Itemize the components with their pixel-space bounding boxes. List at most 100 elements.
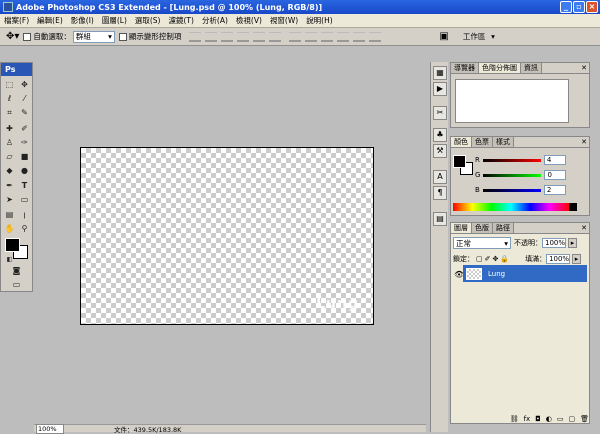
eraser-tool-icon[interactable]: ▱	[3, 151, 16, 163]
brush-tool-icon[interactable]: ✐	[18, 123, 31, 135]
distribute-hcenter-icon[interactable]	[353, 31, 366, 42]
tab-paths[interactable]: 路徑	[493, 223, 514, 233]
panel-menu-icon[interactable]: ✕	[581, 64, 587, 72]
blend-mode-dropdown[interactable]: 正常 ▾	[453, 237, 511, 249]
distribute-top-icon[interactable]	[289, 31, 302, 42]
lasso-tool-icon[interactable]: ℓ	[3, 93, 16, 105]
clone-source-dock-icon[interactable]: ⚒	[433, 144, 447, 158]
pen-tool-icon[interactable]: ✒	[3, 180, 16, 192]
distribute-left-icon[interactable]	[337, 31, 350, 42]
magic-wand-tool-icon[interactable]: ⁄	[18, 93, 31, 105]
layer-mask-icon[interactable]: ◘	[535, 415, 541, 423]
distribute-bottom-icon[interactable]	[321, 31, 334, 42]
tool-presets-dock-icon[interactable]: ✂	[433, 106, 447, 120]
align-left-icon[interactable]	[237, 31, 250, 42]
gradient-tool-icon[interactable]: ■	[18, 151, 31, 163]
tab-layers[interactable]: 圖層	[451, 223, 472, 233]
menu-filter[interactable]: 濾鏡(T)	[165, 15, 198, 26]
align-top-icon[interactable]	[189, 31, 202, 42]
brushes-dock-icon[interactable]: ♣	[433, 128, 447, 142]
blue-value[interactable]: 2	[543, 185, 566, 195]
delete-layer-icon[interactable]: 🗑	[580, 415, 589, 423]
move-tool-icon[interactable]: ✥	[18, 79, 31, 91]
minimize-button[interactable]: _	[560, 1, 572, 13]
spectrum-black-swatch[interactable]	[569, 203, 577, 211]
tab-color[interactable]: 顏色	[451, 137, 472, 147]
marquee-tool-icon[interactable]: ⬚	[3, 79, 16, 91]
actions-dock-icon[interactable]: ▶	[433, 82, 447, 96]
new-group-icon[interactable]: ▭	[557, 415, 564, 423]
screen-mode-icon[interactable]: ▭	[10, 279, 23, 291]
layer-comps-dock-icon[interactable]: ▤	[433, 212, 447, 226]
red-value[interactable]: 4	[543, 155, 566, 165]
clone-stamp-tool-icon[interactable]: ♙	[3, 137, 16, 149]
fill-field[interactable]: 100%	[546, 254, 571, 264]
link-layers-icon[interactable]: ⛓	[510, 415, 519, 423]
eyedropper-tool-icon[interactable]: ꞁ	[18, 209, 31, 221]
distribute-vcenter-icon[interactable]	[305, 31, 318, 42]
red-slider[interactable]	[482, 158, 541, 162]
character-dock-icon[interactable]: A	[433, 170, 447, 184]
menu-window[interactable]: 視窗(W)	[266, 15, 302, 26]
color-foreground-swatch[interactable]	[453, 155, 466, 168]
tab-info[interactable]: 資訊	[521, 63, 542, 73]
menu-analysis[interactable]: 分析(A)	[198, 15, 232, 26]
menu-file[interactable]: 檔案(F)	[0, 15, 33, 26]
menu-edit[interactable]: 編輯(E)	[33, 15, 67, 26]
quick-mask-icon[interactable]: ◙	[10, 265, 23, 277]
layer-row-lung[interactable]: Lung	[463, 265, 587, 282]
opacity-field[interactable]: 100%	[542, 238, 566, 248]
crop-tool-icon[interactable]: ⌗	[3, 107, 16, 119]
tab-histogram[interactable]: 色階分佈圖	[479, 63, 521, 73]
opacity-arrow-icon[interactable]: ▸	[568, 238, 577, 248]
menu-image[interactable]: 影像(I)	[67, 15, 98, 26]
align-bottom-icon[interactable]	[221, 31, 234, 42]
tab-channels[interactable]: 色版	[472, 223, 493, 233]
healing-brush-tool-icon[interactable]: ✚	[3, 123, 16, 135]
blur-tool-icon[interactable]: ◆	[3, 165, 16, 177]
menu-select[interactable]: 選取(S)	[131, 15, 165, 26]
auto-select-dropdown[interactable]: 群組 ▾	[72, 30, 115, 43]
tab-styles[interactable]: 樣式	[493, 137, 514, 147]
navigator-dock-icon[interactable]: ▦	[433, 66, 447, 80]
tab-navigator[interactable]: 導覽器	[451, 63, 479, 73]
slice-tool-icon[interactable]: ✎	[18, 107, 31, 119]
document-canvas[interactable]: Lung	[80, 147, 374, 325]
zoom-tool-icon[interactable]: ⚲	[18, 223, 31, 235]
fill-arrow-icon[interactable]: ▸	[572, 254, 582, 264]
dodge-tool-icon[interactable]: ●	[18, 165, 31, 177]
auto-select-checkbox[interactable]	[23, 32, 32, 41]
align-right-icon[interactable]	[269, 31, 282, 42]
show-transform-checkbox[interactable]	[118, 32, 127, 41]
align-vcenter-icon[interactable]	[205, 31, 218, 42]
align-hcenter-icon[interactable]	[253, 31, 266, 42]
path-selection-tool-icon[interactable]: ➤	[3, 194, 16, 206]
notes-tool-icon[interactable]: ▤	[3, 209, 16, 221]
maximize-button[interactable]: ▫	[573, 1, 585, 13]
menu-layer[interactable]: 圖層(L)	[98, 15, 131, 26]
shape-tool-icon[interactable]: ▭	[18, 194, 31, 206]
workspace-button[interactable]: 工作區 ▾	[461, 31, 497, 43]
bridge-icon[interactable]: ▣	[439, 31, 448, 42]
foreground-color-swatch-front[interactable]	[5, 238, 20, 252]
lock-icons[interactable]: ▢✐✥🔒	[476, 255, 511, 263]
layer-style-icon[interactable]: fx	[524, 415, 531, 423]
blue-slider[interactable]	[482, 188, 541, 192]
zoom-field[interactable]: 100%	[36, 423, 64, 434]
green-value[interactable]: 0	[544, 170, 567, 180]
green-slider[interactable]	[483, 173, 542, 177]
menu-view[interactable]: 檢視(V)	[232, 15, 266, 26]
type-tool-icon[interactable]: T	[18, 180, 31, 192]
distribute-right-icon[interactable]	[369, 31, 382, 42]
move-tool-icon[interactable]: ✥▾	[6, 31, 19, 42]
tab-swatches[interactable]: 色票	[472, 137, 493, 147]
menu-help[interactable]: 說明(H)	[302, 15, 337, 26]
adjustment-layer-icon[interactable]: ◐	[546, 415, 552, 423]
close-button[interactable]: ×	[586, 1, 598, 13]
color-spectrum-bar[interactable]	[453, 203, 569, 211]
panel-menu-icon[interactable]: ✕	[581, 138, 587, 146]
history-brush-tool-icon[interactable]: ✑	[18, 137, 31, 149]
new-layer-icon[interactable]: ▢	[568, 415, 575, 423]
paragraph-dock-icon[interactable]: ¶	[433, 186, 447, 200]
hand-tool-icon[interactable]: ✋	[3, 223, 16, 235]
